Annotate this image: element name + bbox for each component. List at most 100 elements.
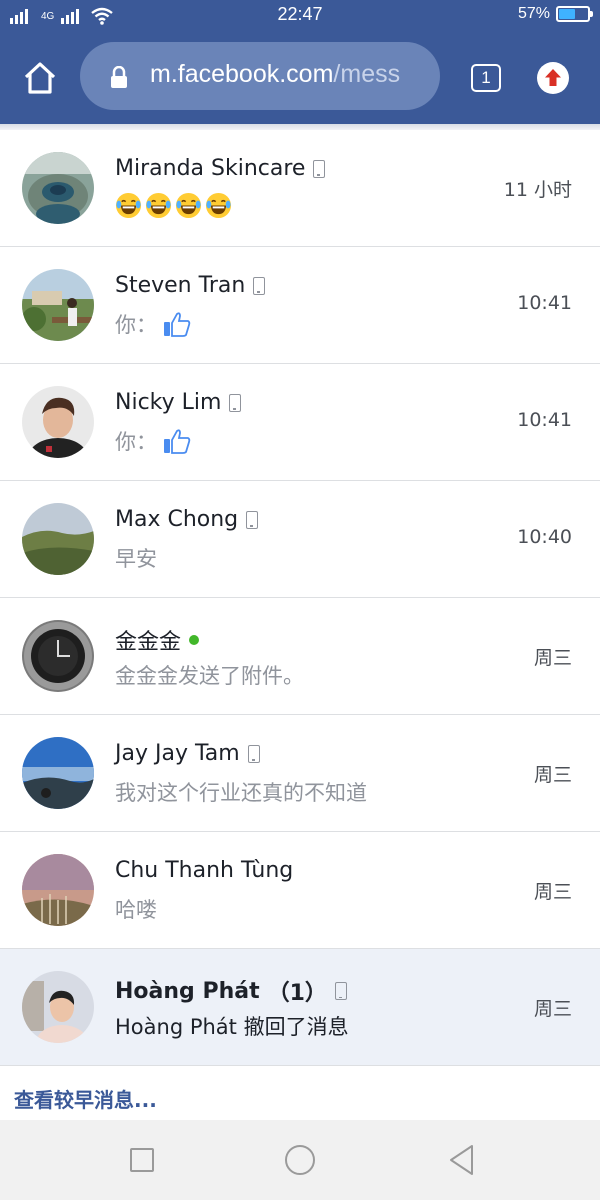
battery-level-fill	[559, 9, 575, 19]
avatar-image	[22, 620, 94, 692]
message-preview	[115, 192, 232, 219]
status-icons-right: 57%	[517, 5, 593, 23]
avatar	[22, 737, 94, 809]
tabs-button[interactable]: 1	[471, 64, 501, 92]
status-bar: 4G 22:47 57%	[0, 0, 600, 34]
avatar-image	[22, 737, 94, 809]
conversation-item[interactable]: Nicky Lim 你： 10:41	[0, 364, 600, 481]
avatar-image	[22, 386, 94, 458]
unread-count: （1）	[267, 981, 327, 1006]
browser-toolbar: m.facebook.com/mess 1	[0, 42, 600, 112]
message-preview: 你：	[115, 309, 191, 339]
conversation-item[interactable]: Jay Jay Tam 我对这个行业还真的不知道 周三	[0, 715, 600, 832]
preview-text: 早安	[115, 547, 157, 571]
message-time: 10:40	[517, 526, 572, 548]
message-time: 周三	[533, 764, 572, 786]
preview-text: Hoàng Phát 撤回了消息	[115, 1015, 349, 1039]
contact-name: Steven Tran	[115, 273, 246, 298]
online-status-dot	[189, 635, 200, 645]
preview-text: 你：	[115, 430, 157, 454]
clock: 22:47	[277, 4, 323, 24]
avatar-image	[22, 269, 94, 341]
message-time: 10:41	[517, 409, 572, 431]
message-time: 周三	[533, 647, 572, 669]
contact-name: 金金金	[115, 630, 182, 655]
url-domain: m.facebook.com	[150, 60, 334, 88]
upload-icon	[545, 69, 561, 86]
laughing-emoji-icon	[145, 192, 172, 219]
conversation-name-row: Miranda Skincare	[115, 156, 326, 181]
home-icon	[24, 62, 56, 94]
contact-name: Hoàng Phát	[115, 978, 260, 1004]
preview-text: 我对这个行业还真的不知道	[115, 781, 367, 805]
lock-icon	[111, 66, 127, 88]
message-time: 10:41	[517, 292, 572, 314]
avatar	[22, 620, 94, 692]
upload-button[interactable]	[537, 62, 569, 94]
message-preview: 我对这个行业还真的不知道	[115, 777, 367, 807]
mobile-icon	[247, 744, 260, 763]
message-time: 周三	[533, 998, 572, 1020]
laughing-emoji-icon	[115, 192, 142, 219]
battery-icon	[556, 6, 593, 22]
url-text: m.facebook.com/mess	[150, 60, 400, 89]
avatar-image	[22, 152, 94, 224]
message-preview: 哈喽	[115, 894, 157, 924]
battery-percent: 57%	[517, 5, 550, 22]
conversation-list: Miranda Skincare 11 小时 Steven Tran 你： 10…	[0, 130, 600, 1066]
conversation-name-row: Chu Thanh Tùng	[115, 858, 293, 883]
url-bar[interactable]: m.facebook.com/mess	[80, 42, 440, 110]
recents-square-icon[interactable]	[130, 1148, 154, 1172]
avatar	[22, 152, 94, 224]
home-button[interactable]	[18, 56, 62, 100]
avatar	[22, 386, 94, 458]
conversation-item[interactable]: Max Chong 早安 10:40	[0, 481, 600, 598]
avatar	[22, 854, 94, 926]
back-triangle-icon[interactable]	[448, 1144, 474, 1176]
preview-text: 金金金发送了附件。	[115, 664, 304, 688]
avatar-image	[22, 854, 94, 926]
mobile-icon	[313, 159, 326, 178]
conversation-name-row: Hoàng Phát （1）	[115, 975, 347, 1007]
browser-header: 4G 22:47 57% m.facebook.com/mess 1	[0, 0, 600, 124]
contact-name: Nicky Lim	[115, 390, 222, 415]
message-time: 周三	[533, 881, 572, 903]
preview-text: 哈喽	[115, 898, 157, 922]
avatar	[22, 269, 94, 341]
avatar-image	[22, 503, 94, 575]
contact-name: Chu Thanh Tùng	[115, 858, 294, 883]
message-preview: 你：	[115, 426, 191, 456]
message-preview: 金金金发送了附件。	[115, 660, 304, 690]
conversation-item[interactable]: 金金金 金金金发送了附件。 周三	[0, 598, 600, 715]
mobile-icon	[246, 510, 259, 529]
contact-name: Jay Jay Tam	[115, 741, 240, 766]
laughing-emoji-icon	[205, 192, 232, 219]
conversation-name-row: Jay Jay Tam	[115, 741, 260, 766]
conversation-name-row: Max Chong	[115, 507, 259, 532]
conversation-name-row: Steven Tran	[115, 273, 266, 298]
conversation-item[interactable]: Miranda Skincare 11 小时	[0, 130, 600, 247]
conversation-name-row: Nicky Lim	[115, 390, 242, 415]
like-thumbs-up-icon	[164, 429, 191, 454]
mobile-icon	[253, 276, 266, 295]
laughing-emoji-icon	[175, 192, 202, 219]
preview-text: 你：	[115, 313, 157, 337]
avatar	[22, 971, 94, 1043]
conversation-item[interactable]: Chu Thanh Tùng 哈喽 周三	[0, 832, 600, 949]
message-preview: 早安	[115, 543, 157, 573]
emoji-row	[115, 192, 232, 219]
conversation-item-unread[interactable]: Hoàng Phát （1） Hoàng Phát 撤回了消息 周三	[0, 949, 600, 1066]
avatar	[22, 503, 94, 575]
like-thumbs-up-icon	[164, 312, 191, 337]
contact-name: Miranda Skincare	[115, 156, 306, 181]
conversation-name-row: 金金金	[115, 624, 200, 656]
conversation-item[interactable]: Steven Tran 你： 10:41	[0, 247, 600, 364]
message-time: 11 小时	[503, 179, 572, 201]
contact-name: Max Chong	[115, 507, 239, 532]
see-older-messages-link[interactable]: 查看较早消息...	[14, 1084, 157, 1113]
mobile-icon	[229, 393, 242, 412]
home-circle-icon[interactable]	[285, 1145, 315, 1175]
avatar-image	[22, 971, 94, 1043]
android-navigation-bar	[0, 1120, 600, 1200]
url-path: /mess	[333, 60, 401, 88]
